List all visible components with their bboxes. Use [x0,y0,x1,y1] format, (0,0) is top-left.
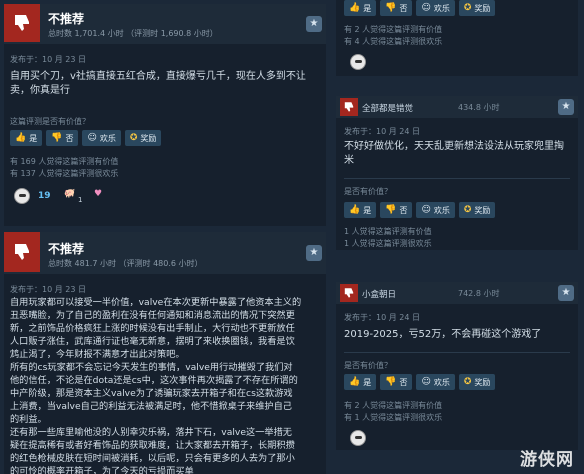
review-header: 不推荐 总时数 481.7 小时 （评测时 480.6 小时） ★ [4,232,326,274]
post-date: 发布于：10 月 23 日 [10,285,86,294]
award-icon: ✪ [463,3,472,13]
thumbs-down-icon [4,4,40,42]
award-icon[interactable]: ★ [558,99,574,115]
post-date: 发布于：10 月 23 日 [10,55,86,64]
vote-funny-button[interactable]: ☺ 欢乐 [416,202,455,218]
divider [344,178,570,179]
helpful-question: 这篇评测是否有价值？ [10,117,90,126]
thumbs-up-icon: 👍 [15,133,27,143]
thumbs-up-icon: 👍 [349,3,361,13]
divider [344,352,570,353]
helpful-count: 有 169 人觉得这篇评测有价值 [10,157,119,166]
vote-funny-button[interactable]: ☺ 欢乐 [82,130,121,146]
review-body: 2019-2025，亏52万，不会再碰这个游戏了 [344,329,542,340]
post-date: 发布于：10 月 24 日 [344,127,420,136]
vote-funny-button[interactable]: ☺ 欢乐 [416,0,455,16]
award-button[interactable]: ✪ 奖励 [458,374,496,390]
thumbs-down-icon [4,232,40,272]
award-button[interactable]: ✪ 奖励 [458,0,496,16]
vote-no-button[interactable]: 👎 否 [380,0,413,16]
helpful-question: 是否有价值？ [344,361,392,370]
vote-no-button[interactable]: 👎 否 [46,130,79,146]
award-icon[interactable]: ★ [306,245,322,261]
thumbs-down-icon: 👎 [51,133,63,143]
review-card-right-1: 👍 是 👎 否 ☺ 欢乐 ✪ 奖励 有 2 人觉得这篇评测有价值 有 4 人觉得这篇评测… [336,0,578,76]
vote-buttons: 👍 是 👎 否 ☺ 欢乐 ✪ 奖励 [10,130,162,146]
vote-buttons: 👍 是 👎 否 ☺ 欢乐 ✪ 奖励 [344,374,496,390]
funny-count: 有 137 人觉得这篇评测很欢乐 [10,169,119,178]
helpful-count: 有 2 人觉得这篇评测有价值 [344,401,443,410]
review-header: 不推荐 总时数 1,701.4 小时 （评测时 1,690.8 小时） ★ [4,4,326,44]
helpful-count: 有 2 人觉得这篇评测有价值 [344,25,443,34]
review-body: 自用买个刀，v社搞直接五红合成，直接爆亏几千，现在人多到不让 卖，你真是行 [10,71,306,96]
review-verdict: 不推荐 [48,242,85,256]
thumbs-down-icon: 👎 [385,205,397,215]
playtime: 总时数 1,701.4 小时 （评测时 1,690.8 小时） [48,29,218,38]
thumbs-down-icon: 👎 [385,377,397,387]
award-button[interactable]: ✪ 奖励 [124,130,162,146]
award-icon: ✪ [129,133,138,143]
review-card-right-2: 全部都是错觉 434.8 小时 ★ 发布于：10 月 24 日 不好好做优化，天… [336,96,578,250]
post-date: 发布于：10 月 24 日 [344,313,420,322]
vote-yes-button[interactable]: 👍 是 [344,0,377,16]
vote-buttons: 👍 是 👎 否 ☺ 欢乐 ✪ 奖励 [344,0,496,16]
award-icon: ✪ [463,205,472,215]
review-verdict: 不推荐 [48,12,85,26]
vote-no-button[interactable]: 👎 否 [380,202,413,218]
review-header: 全部都是错觉 434.8 小时 ★ [336,96,578,118]
smile-icon: ☺ [421,377,431,387]
funny-count: 有 4 人觉得这篇评测很欢乐 [344,37,443,46]
award-icon[interactable]: ★ [306,16,322,32]
reviewer-name[interactable]: 小盒朝日 [362,288,396,300]
vote-yes-button[interactable]: 👍 是 [344,374,377,390]
reaction-count: 1 [78,196,83,204]
review-body: 自用玩家都可以接受一半价值，valve在本次更新中暴露了他资本主义的 丑恶嘴脸，… [10,297,302,474]
thumbs-up-icon: 👍 [349,377,361,387]
thumbs-up-icon: 👍 [349,205,361,215]
reaction-count: 19 [38,191,51,201]
vote-yes-button[interactable]: 👍 是 [344,202,377,218]
review-card-right-3: 小盒朝日 742.8 小时 ★ 发布于：10 月 24 日 2019-2025，… [336,282,578,450]
smile-icon: ☺ [421,205,431,215]
vote-no-button[interactable]: 👎 否 [380,374,413,390]
thumbs-down-icon: 👎 [385,3,397,13]
vote-funny-button[interactable]: ☺ 欢乐 [416,374,455,390]
funny-count: 1 人觉得这篇评测很欢乐 [344,239,432,248]
watermark: 游侠网 [520,450,574,470]
review-card-1: 不推荐 总时数 1,701.4 小时 （评测时 1,690.8 小时） ★ 发布… [4,4,326,226]
reviewer-name[interactable]: 全部都是错觉 [362,102,413,114]
helpful-question: 是否有价值？ [344,187,392,196]
playtime: 434.8 小时 [458,103,500,112]
reaction-heart-icon[interactable]: ♥ [94,189,102,199]
reaction-pig-icon[interactable]: 🐖 [64,189,75,199]
review-header: 小盒朝日 742.8 小时 ★ [336,282,578,304]
reaction-emoji-icon[interactable] [14,188,30,204]
vote-buttons: 👍 是 👎 否 ☺ 欢乐 ✪ 奖励 [344,202,496,218]
vote-yes-button[interactable]: 👍 是 [10,130,43,146]
review-body: 不好好做优化，天天乱更新想法设法从玩家兜里掏 米 [344,141,564,166]
funny-count: 有 1 人觉得这篇评测很欢乐 [344,413,443,422]
smile-icon: ☺ [87,133,97,143]
playtime: 总时数 481.7 小时 （评测时 480.6 小时） [48,259,203,268]
reaction-emoji-icon[interactable] [350,54,366,70]
helpful-count: 1 人觉得这篇评测有价值 [344,227,432,236]
award-icon[interactable]: ★ [558,285,574,301]
thumbs-down-icon [340,284,358,302]
award-icon: ✪ [463,377,472,387]
playtime: 742.8 小时 [458,289,500,298]
smile-icon: ☺ [421,3,431,13]
review-card-2: 不推荐 总时数 481.7 小时 （评测时 480.6 小时） ★ 发布于：10… [4,232,326,474]
award-button[interactable]: ✪ 奖励 [458,202,496,218]
reaction-emoji-icon[interactable] [350,430,366,446]
thumbs-down-icon [340,98,358,116]
